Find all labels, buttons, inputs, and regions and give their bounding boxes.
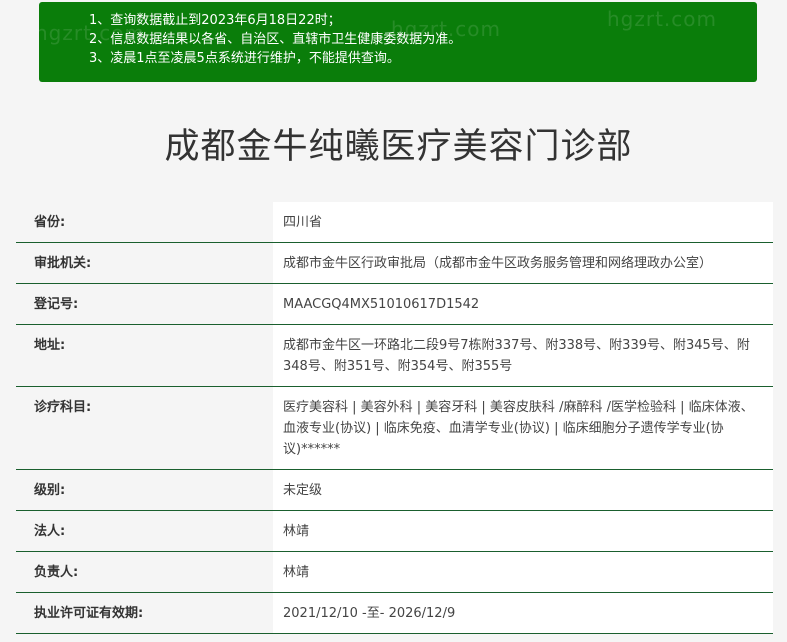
table-row-level: 级别: 未定级 — [16, 470, 773, 511]
table-row-legal-person: 法人: 林靖 — [16, 511, 773, 552]
field-value: 成都市金牛区一环路北二段9号7栋附337号、附338号、附339号、附345号、… — [283, 338, 750, 374]
field-value: 未定级 — [283, 483, 323, 498]
field-label: 省份: — [16, 202, 273, 242]
table-row-license-validity: 执业许可证有效期: 2021/12/10 -至- 2026/12/9 — [16, 593, 773, 634]
field-label: 诊疗科目: — [16, 387, 273, 469]
field-value: 四川省 — [283, 215, 323, 230]
notice-banner: hgzrt.com hgzrt.com hgzrt.com 1、查询数据截止到2… — [39, 2, 757, 82]
notice-line-1: 1、查询数据截止到2023年6月18日22时； — [89, 13, 341, 28]
table-row-departments: 诊疗科目: 医疗美容科 | 美容外科 | 美容牙科 | 美容皮肤科 /麻醉科 /… — [16, 387, 773, 470]
notice-line-3: 3、凌晨1点至凌晨5点系统进行维护，不能提供查询。 — [89, 51, 400, 66]
field-label: 级别: — [16, 470, 273, 510]
table-row-person-in-charge: 负责人: 林靖 — [16, 552, 773, 593]
table-row-province: 省份: 四川省 — [16, 202, 773, 243]
field-value: 2021/12/10 -至- 2026/12/9 — [283, 606, 456, 621]
field-value: 医疗美容科 | 美容外科 | 美容牙科 | 美容皮肤科 /麻醉科 /医学检验科 … — [283, 400, 754, 457]
field-label: 地址: — [16, 325, 273, 386]
field-label: 审批机关: — [16, 243, 273, 283]
field-label: 执业许可证有效期: — [16, 593, 273, 633]
field-value: 林靖 — [283, 565, 310, 580]
field-value: MAACGQ4MX51010617D1542 — [283, 297, 480, 312]
table-row-approval-authority: 审批机关: 成都市金牛区行政审批局（成都市金牛区政务服务管理和网络理政办公室） — [16, 243, 773, 284]
table-row-address: 地址: 成都市金牛区一环路北二段9号7栋附337号、附338号、附339号、附3… — [16, 325, 773, 387]
info-table: 省份: 四川省 审批机关: 成都市金牛区行政审批局（成都市金牛区政务服务管理和网… — [16, 202, 773, 634]
page-title: 成都金牛纯曦医疗美容门诊部 — [164, 127, 633, 167]
field-label: 负责人: — [16, 552, 273, 592]
table-row-registration-number: 登记号: MAACGQ4MX51010617D1542 — [16, 284, 773, 325]
field-label: 登记号: — [16, 284, 273, 324]
field-value: 成都市金牛区行政审批局（成都市金牛区政务服务管理和网络理政办公室） — [283, 256, 713, 271]
field-label: 法人: — [16, 511, 273, 551]
notice-line-2: 2、信息数据结果以各省、自治区、直辖市卫生健康委数据为准。 — [89, 32, 462, 47]
field-value: 林靖 — [283, 524, 310, 539]
